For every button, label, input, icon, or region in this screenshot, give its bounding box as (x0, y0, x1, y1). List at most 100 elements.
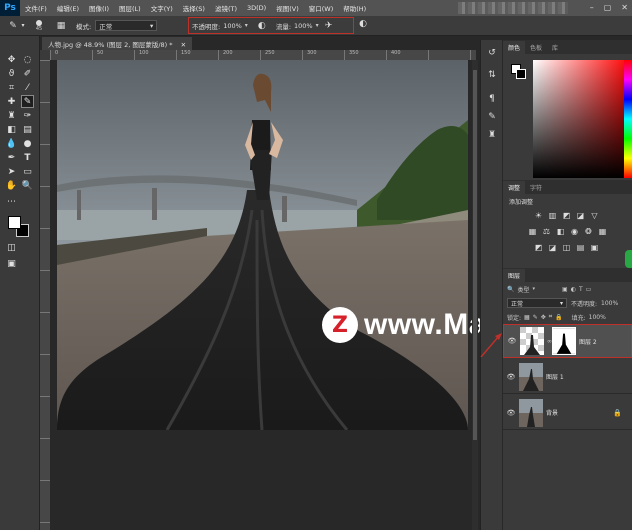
paragraph-icon[interactable]: ¶ (485, 94, 499, 108)
levels-icon[interactable]: ▥ (547, 210, 558, 221)
history-icon[interactable]: ↺ (485, 48, 499, 62)
eye-icon[interactable]: 👁 (503, 409, 519, 417)
color-field[interactable] (533, 60, 631, 178)
tab-character[interactable]: 字符 (525, 181, 547, 194)
document-tab[interactable]: 人物.jpg @ 48.9% (图层 2, 图层蒙版/8) * ✕ (42, 37, 193, 50)
invert-icon[interactable]: ◩ (533, 242, 544, 253)
lasso-tool-icon[interactable]: ϑ (5, 68, 18, 81)
tab-adjustments[interactable]: 调整 (503, 180, 526, 194)
layer-row-layer2[interactable]: 👁 ∞ 图层 2 (503, 324, 632, 358)
blur-tool-icon[interactable]: 💧 (5, 138, 18, 151)
history-brush-icon[interactable]: ✑ (21, 110, 34, 123)
brush-panel-icon[interactable]: ▦ (54, 21, 68, 31)
gradient-map-icon[interactable]: ▤ (575, 242, 586, 253)
threshold-icon[interactable]: ◫ (561, 242, 572, 253)
flow-value[interactable]: 100% (294, 22, 313, 30)
menu-layer[interactable]: 图层(L) (114, 3, 146, 13)
maximize-icon[interactable]: ▢ (604, 3, 612, 12)
tab-color[interactable]: 颜色 (503, 40, 526, 54)
type-tool-icon[interactable]: T (21, 152, 34, 165)
black-white-icon[interactable]: ◧ (555, 226, 566, 237)
quick-select-tool-icon[interactable]: ✐ (21, 68, 34, 81)
quick-mask-icon[interactable]: ◫ (5, 242, 18, 255)
layer-opacity-value[interactable]: 100% (601, 300, 618, 307)
layer-name[interactable]: 图层 1 (546, 372, 564, 381)
close-tab-icon[interactable]: ✕ (181, 41, 186, 49)
minimize-icon[interactable]: – (590, 3, 594, 12)
eraser-tool-icon[interactable]: ◧ (5, 124, 18, 137)
chevron-down-icon[interactable]: ▾ (20, 22, 26, 29)
scroll-thumb[interactable] (473, 70, 477, 440)
tab-libraries[interactable]: 库 (547, 41, 563, 54)
curves-icon[interactable]: ◩ (561, 210, 572, 221)
vertical-scrollbar[interactable] (472, 60, 478, 530)
eyedropper-tool-icon[interactable]: ⁄ (21, 82, 34, 95)
more-tools-icon[interactable]: ⋯ (5, 196, 18, 209)
lock-paint-icon[interactable]: ✎ (533, 314, 538, 321)
layer-name[interactable]: 图层 2 (579, 337, 597, 346)
filter-type-icon[interactable]: T (579, 286, 583, 293)
layer-row-layer1[interactable]: 👁 图层 1 (503, 360, 632, 394)
menu-filter[interactable]: 滤镜(T) (210, 3, 242, 13)
brush-presets-icon[interactable]: ✎ (485, 112, 499, 126)
crop-tool-icon[interactable]: ⌗ (5, 82, 18, 95)
brush-tool-icon[interactable]: ✎ (6, 21, 20, 31)
eye-icon[interactable]: 👁 (504, 337, 520, 345)
canvas-area[interactable]: Z www.MacZ.com (50, 60, 593, 530)
color-balance-icon[interactable]: ⚖ (541, 226, 552, 237)
pressure-opacity-icon[interactable]: ◐ (255, 21, 269, 31)
menu-file[interactable]: 文件(F) (20, 3, 52, 13)
foreground-color-swatch[interactable] (8, 216, 21, 229)
brightness-icon[interactable]: ☀ (533, 210, 544, 221)
layer-mask-thumbnail[interactable] (552, 327, 576, 355)
lock-all-icon[interactable]: 🔒 (555, 314, 562, 321)
gradient-tool-icon[interactable]: ▤ (21, 124, 34, 137)
menu-help[interactable]: 帮助(H) (338, 3, 371, 13)
photo-filter-icon[interactable]: ◉ (569, 226, 580, 237)
vibrance-icon[interactable]: ▽ (589, 210, 600, 221)
dodge-tool-icon[interactable]: ● (21, 138, 34, 151)
zoom-tool-icon[interactable]: 🔍 (21, 180, 34, 193)
filter-shape-icon[interactable]: ▭ (586, 286, 592, 293)
layer-filter-select[interactable]: 类型 (517, 285, 529, 294)
menu-edit[interactable]: 编辑(E) (52, 3, 84, 13)
stamp-tool-icon[interactable]: ♜ (5, 110, 18, 123)
tab-swatches[interactable]: 色板 (525, 41, 547, 54)
exposure-icon[interactable]: ◪ (575, 210, 586, 221)
background-swatch[interactable] (516, 69, 526, 79)
tab-layers[interactable]: 图层 (503, 268, 526, 282)
marquee-tool-icon[interactable]: ◌ (21, 54, 34, 67)
chevron-down-icon[interactable]: ▾ (245, 22, 248, 29)
hue-saturation-icon[interactable]: ▦ (527, 226, 538, 237)
lock-move-icon[interactable]: ✥ (541, 314, 546, 321)
horizontal-ruler[interactable]: 0 50 100 150 200 250 300 350 400 (50, 50, 476, 60)
fill-value[interactable]: 100% (589, 314, 606, 321)
hand-tool-icon[interactable]: ✋ (5, 180, 18, 193)
lock-artboard-icon[interactable]: ⌗ (549, 313, 552, 321)
hue-slider[interactable] (624, 60, 632, 178)
close-icon[interactable]: ✕ (621, 3, 628, 12)
pressure-size-icon[interactable]: ◐ (356, 19, 370, 29)
brush-tool-icon[interactable]: ✎ (21, 95, 34, 108)
layer-name[interactable]: 背景 (546, 408, 558, 417)
mode-select[interactable]: 正常 ▾ (95, 20, 158, 31)
lock-pixels-icon[interactable]: ▦ (524, 314, 530, 321)
move-tool-icon[interactable]: ✥ (5, 54, 18, 67)
filter-pixel-icon[interactable]: ▣ (562, 286, 568, 293)
menu-view[interactable]: 视图(V) (271, 3, 304, 13)
menu-3d[interactable]: 3D(D) (242, 4, 271, 12)
properties-icon[interactable]: ⇅ (485, 70, 499, 84)
pen-tool-icon[interactable]: ✒ (5, 152, 18, 165)
path-select-tool-icon[interactable]: ➤ (5, 166, 18, 179)
posterize-icon[interactable]: ◪ (547, 242, 558, 253)
brush-preset-picker[interactable]: 45 (30, 19, 48, 32)
channel-mixer-icon[interactable]: ❂ (583, 226, 594, 237)
menu-select[interactable]: 选择(S) (178, 3, 210, 13)
eye-icon[interactable]: 👁 (503, 373, 519, 381)
chevron-down-icon[interactable]: ▾ (533, 286, 536, 292)
shape-tool-icon[interactable]: ▭ (21, 166, 34, 179)
screen-mode-icon[interactable]: ▣ (5, 258, 18, 271)
airbrush-icon[interactable]: ✈ (322, 21, 336, 31)
menu-image[interactable]: 图像(I) (84, 3, 114, 13)
color-lookup-icon[interactable]: ▦ (597, 226, 608, 237)
